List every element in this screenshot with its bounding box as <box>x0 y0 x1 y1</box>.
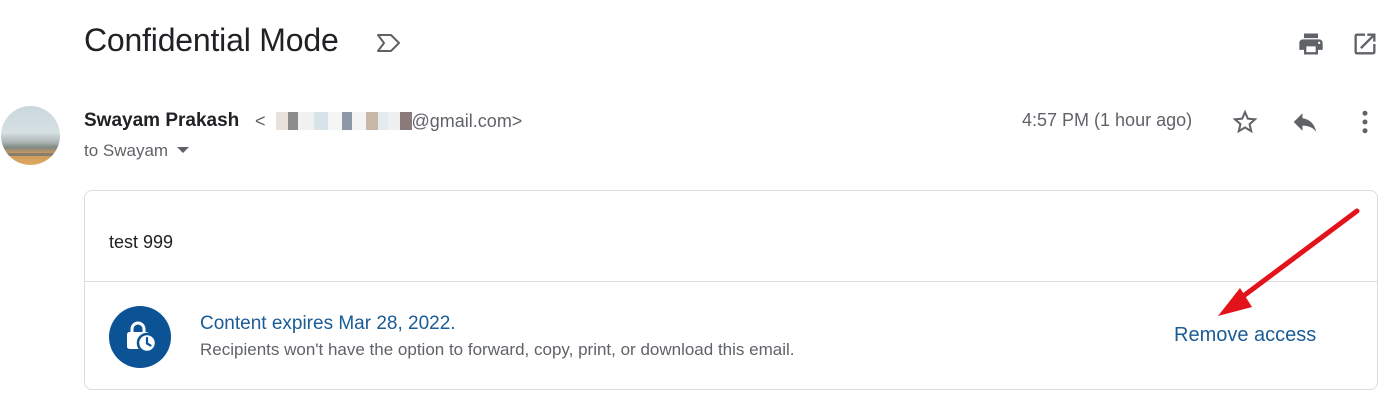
lock-clock-icon <box>127 321 158 354</box>
caret-down-icon[interactable] <box>177 147 190 153</box>
recipients-toggle[interactable]: to Swayam <box>84 141 190 161</box>
message-body: test 999 <box>109 232 174 252</box>
sender-name: Swayam Prakash <box>84 110 240 131</box>
label-outline-icon[interactable] <box>376 32 402 54</box>
email-open-bracket: < <box>255 111 266 131</box>
more-vertical-icon[interactable] <box>1350 107 1380 137</box>
confidential-badge <box>109 306 171 368</box>
message-timestamp: 4:57 PM (1 hour ago) <box>1022 110 1193 130</box>
remove-access-link[interactable]: Remove access <box>1174 324 1316 347</box>
open-in-new-icon[interactable] <box>1351 30 1379 58</box>
sender-email: < @gmail.com> <box>255 111 522 132</box>
email-domain: @gmail.com> <box>411 111 523 131</box>
print-icon[interactable] <box>1297 30 1325 58</box>
card-divider <box>85 281 1377 282</box>
reply-icon[interactable] <box>1290 107 1320 137</box>
star-outline-icon[interactable] <box>1230 107 1260 137</box>
email-subject: Confidential Mode <box>84 22 339 58</box>
message-card: test 999 Content expires Mar 28, 2022. R… <box>84 190 1378 390</box>
recipients-label: to Swayam <box>84 141 169 160</box>
expiry-description: Recipients won't have the option to forw… <box>200 340 795 359</box>
sender-avatar[interactable] <box>1 106 60 165</box>
expiry-title: Content expires Mar 28, 2022. <box>200 313 456 334</box>
redacted-email-block <box>265 111 412 131</box>
